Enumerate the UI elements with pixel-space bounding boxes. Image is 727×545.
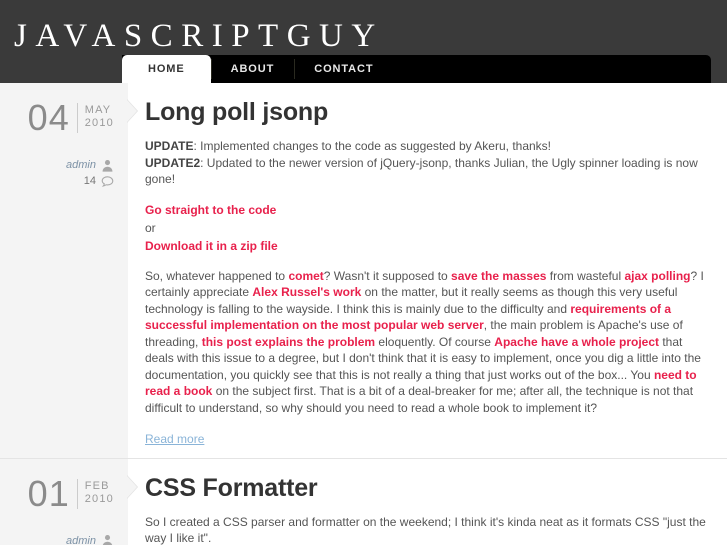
inline-link[interactable]: save the masses bbox=[451, 269, 546, 283]
post-date: 04 MAY 2010 bbox=[0, 97, 128, 138]
post-comment-count[interactable]: 14 bbox=[84, 175, 96, 187]
nav-item-about[interactable]: ABOUT bbox=[210, 55, 295, 83]
post-body: CSS Formatter So I created a CSS parser a… bbox=[128, 459, 727, 545]
content-area: 04 MAY 2010 admin 14 Long poll jsonp UPDATE: I… bbox=[0, 83, 727, 545]
inline-link[interactable]: Apache have a whole project bbox=[494, 335, 659, 349]
body-text-run: ? Wasn't it supposed to bbox=[323, 268, 452, 283]
go-to-code-link[interactable]: Go straight to the code bbox=[145, 203, 276, 217]
inline-link[interactable]: Alex Russel's work bbox=[252, 285, 361, 299]
download-zip-link[interactable]: Download it in a zip file bbox=[145, 239, 278, 253]
nav-item-contact[interactable]: CONTACT bbox=[294, 55, 393, 83]
comment-bubble-icon bbox=[101, 175, 114, 187]
meta-notch bbox=[127, 100, 137, 122]
body-text-run: eloquently. Of course bbox=[375, 334, 495, 349]
post-paragraph: So I created a CSS parser and formatter … bbox=[145, 514, 711, 545]
main-navigation: HOME ABOUT CONTACT bbox=[0, 55, 727, 83]
post-meta: 04 MAY 2010 admin 14 bbox=[0, 83, 138, 458]
post-paragraph: So, whatever happened to comet? Wasn't i… bbox=[145, 268, 711, 417]
update1-text: : Implemented changes to the code as sug… bbox=[193, 139, 552, 153]
post-byline: admin 14 bbox=[0, 157, 128, 189]
inline-link[interactable]: this post explains the problem bbox=[202, 335, 375, 349]
meta-notch bbox=[127, 475, 137, 498]
update2-text: : Updated to the newer version of jQuery… bbox=[145, 155, 698, 187]
post-body: Long poll jsonp UPDATE: Implemented chang… bbox=[128, 83, 727, 458]
site-header: JAVASCRIPTGUY HOME ABOUT CONTACT bbox=[0, 0, 727, 83]
post-meta: 01 FEB2010 admin0 bbox=[0, 458, 138, 545]
or-text: or bbox=[145, 220, 156, 235]
post-date-year: 2010 bbox=[84, 117, 114, 129]
post-author[interactable]: admin bbox=[66, 535, 96, 545]
nav-item-home[interactable]: HOME bbox=[122, 55, 211, 83]
post-text: UPDATE: Implemented changes to the code … bbox=[145, 138, 711, 448]
nav-list: HOME ABOUT CONTACT bbox=[122, 55, 393, 83]
user-icon bbox=[102, 535, 113, 545]
post-date-monthyear: FEB 2010 bbox=[85, 477, 114, 506]
post: 04 MAY 2010 admin 14 Long poll jsonp UPDATE: I… bbox=[0, 83, 727, 458]
user-icon bbox=[102, 159, 113, 172]
update1-label: UPDATE bbox=[145, 139, 194, 153]
inline-link[interactable]: ajax polling bbox=[624, 269, 690, 283]
post-byline: admin0 bbox=[0, 533, 128, 545]
post-date-day: 04 bbox=[27, 97, 70, 138]
body-text-run: from wasteful bbox=[546, 268, 625, 283]
comments-row[interactable]: 14 bbox=[0, 173, 114, 189]
body-text-run: on the subject first. That is a bit of a… bbox=[145, 384, 694, 415]
date-divider bbox=[76, 103, 78, 133]
update2-label: UPDATE2 bbox=[145, 155, 201, 170]
resource-links: Go straight to the code or Download it in … bbox=[145, 201, 711, 255]
post-date-monthyear: MAY 2010 bbox=[85, 101, 114, 130]
post-date-year: 2010 bbox=[84, 492, 114, 505]
post: 01 FEB2010 admin0 CSS Formatter So I created… bbox=[0, 457, 727, 545]
post-updates: UPDATE: Implemented changes to the code … bbox=[145, 138, 711, 188]
body-text-run: So, whatever happened to bbox=[145, 268, 289, 283]
post-date: 01 FEB 2010 bbox=[0, 472, 128, 514]
post-author[interactable]: admin bbox=[66, 159, 96, 171]
author-row[interactable]: admin bbox=[0, 157, 114, 173]
post-title[interactable]: Long poll jsonp bbox=[145, 97, 711, 127]
body-text-run: So I created a CSS parser and formatter … bbox=[145, 514, 706, 545]
post-title[interactable]: CSS Formatter bbox=[145, 473, 711, 503]
author-row[interactable]: admin bbox=[0, 533, 114, 545]
post-date-day: 01 bbox=[27, 472, 70, 514]
read-more-link[interactable]: Read more bbox=[145, 431, 204, 448]
post-date-month: FEB bbox=[84, 479, 110, 492]
post-date-month: MAY bbox=[84, 104, 112, 116]
inline-link[interactable]: comet bbox=[288, 269, 323, 283]
post-list: 04 MAY 2010 admin 14 Long poll jsonp UPDATE: I… bbox=[0, 83, 727, 545]
date-divider bbox=[76, 478, 78, 509]
site-logo: JAVASCRIPTGUY bbox=[14, 18, 384, 54]
post-text: So I created a CSS parser and formatter … bbox=[145, 514, 711, 545]
